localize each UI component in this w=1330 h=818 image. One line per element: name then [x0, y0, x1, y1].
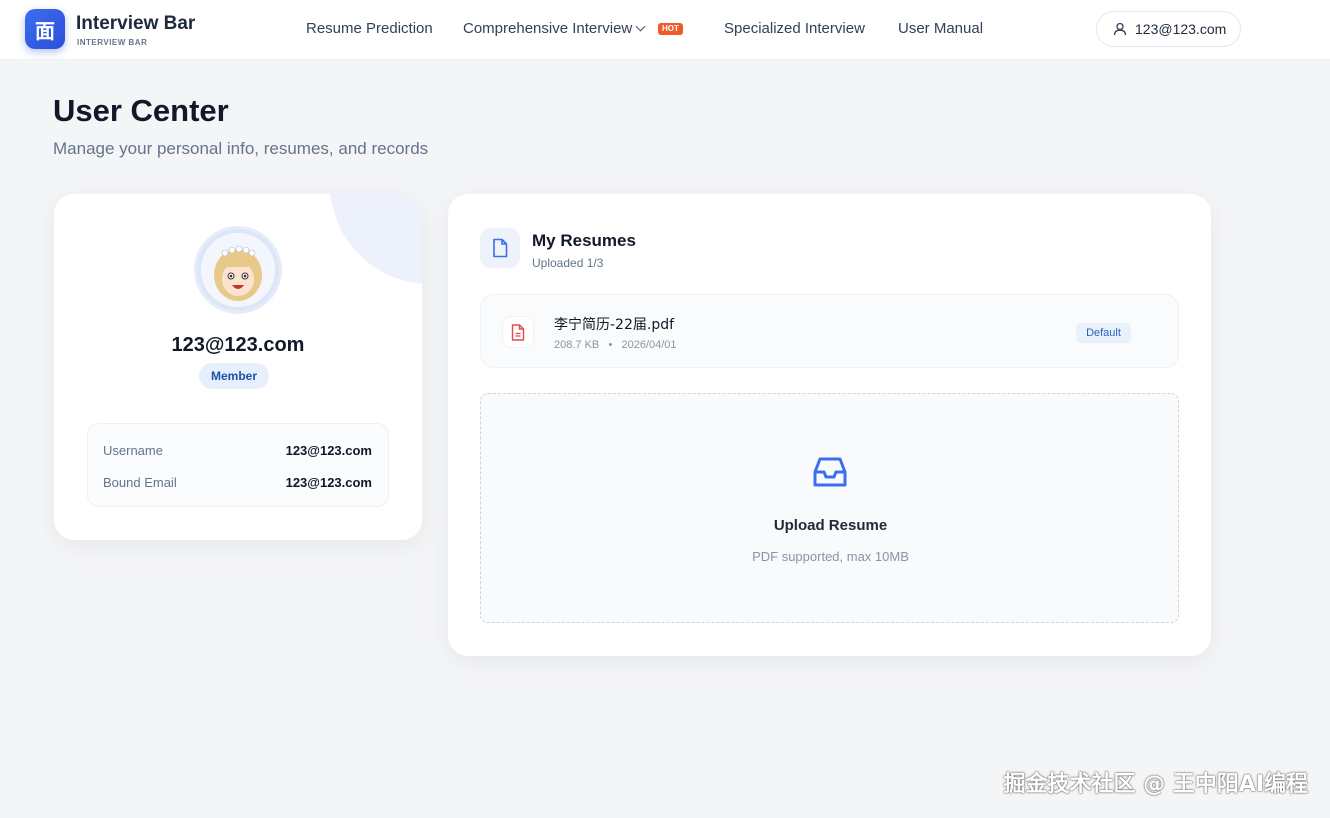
username-value: 123@123.com	[285, 443, 372, 458]
page-title: User Center	[53, 93, 229, 128]
profile-card: 123@123.com Member Username 123@123.com …	[54, 194, 422, 540]
default-badge: Default	[1076, 323, 1131, 343]
page-subtitle: Manage your personal info, resumes, and …	[53, 139, 429, 158]
top-navbar: 面 Interview Bar INTERVIEW BAR Resume Pre…	[0, 0, 1330, 60]
account-info-box: Username 123@123.com Bound Email 123@123…	[87, 423, 389, 507]
user-icon	[1113, 22, 1127, 36]
upload-dropzone[interactable]: Upload Resume PDF supported, max 10MB	[480, 393, 1179, 623]
resumes-title: My Resumes	[532, 231, 636, 250]
upload-title: Upload Resume	[773, 517, 888, 534]
username-label: Username	[103, 443, 163, 458]
watermark-text: 掘金技术社区 @ 王中阳AI编程	[1003, 772, 1308, 797]
nav-label: Comprehensive Interview	[463, 20, 633, 37]
file-meta: 208.7 KB • 2026/04/01	[554, 339, 677, 351]
pdf-file-icon	[502, 316, 534, 348]
nav-label: Resume Prediction	[306, 20, 433, 37]
profile-name: 123@123.com	[171, 334, 305, 356]
resumes-card: My Resumes Uploaded 1/3 李宁简历-22届.pdf 208…	[448, 194, 1211, 656]
avatar-illustration-icon	[201, 233, 275, 307]
hot-badge: HOT	[658, 23, 683, 35]
chevron-down-icon	[635, 21, 646, 32]
avatar[interactable]	[194, 226, 282, 314]
avatar-image	[201, 233, 275, 307]
nav-specialized-interview[interactable]: Specialized Interview	[724, 20, 865, 37]
inbox-icon	[813, 457, 847, 487]
nav-user-manual[interactable]: User Manual	[898, 20, 983, 37]
nav-comprehensive-interview[interactable]: Comprehensive Interview	[463, 20, 646, 37]
file-size: 208.7 KB	[554, 339, 600, 351]
upload-hint: PDF supported, max 10MB	[752, 549, 909, 564]
member-badge: Member	[199, 363, 269, 389]
bound-email-value: 123@123.com	[285, 475, 372, 490]
user-menu-button[interactable]: 123@123.com	[1096, 11, 1241, 47]
resume-file-row[interactable]: 李宁简历-22届.pdf 208.7 KB • 2026/04/01 Defau…	[480, 294, 1179, 368]
nav-label: Specialized Interview	[724, 20, 865, 37]
brand-title[interactable]: Interview Bar	[76, 13, 195, 35]
nav-resume-prediction[interactable]: Resume Prediction	[306, 20, 433, 37]
brand-subtitle: INTERVIEW BAR	[77, 38, 148, 47]
file-name: 李宁简历-22届.pdf	[554, 317, 675, 333]
meta-separator: •	[602, 339, 619, 351]
logo-icon[interactable]: 面	[25, 9, 65, 49]
document-icon	[480, 228, 520, 268]
resumes-count: Uploaded 1/3	[532, 256, 604, 270]
file-date: 2026/04/01	[621, 339, 677, 351]
nav-label: User Manual	[898, 20, 984, 37]
user-email: 123@123.com	[1135, 21, 1227, 37]
decorative-circle	[330, 194, 422, 284]
bound-email-label: Bound Email	[103, 475, 177, 490]
